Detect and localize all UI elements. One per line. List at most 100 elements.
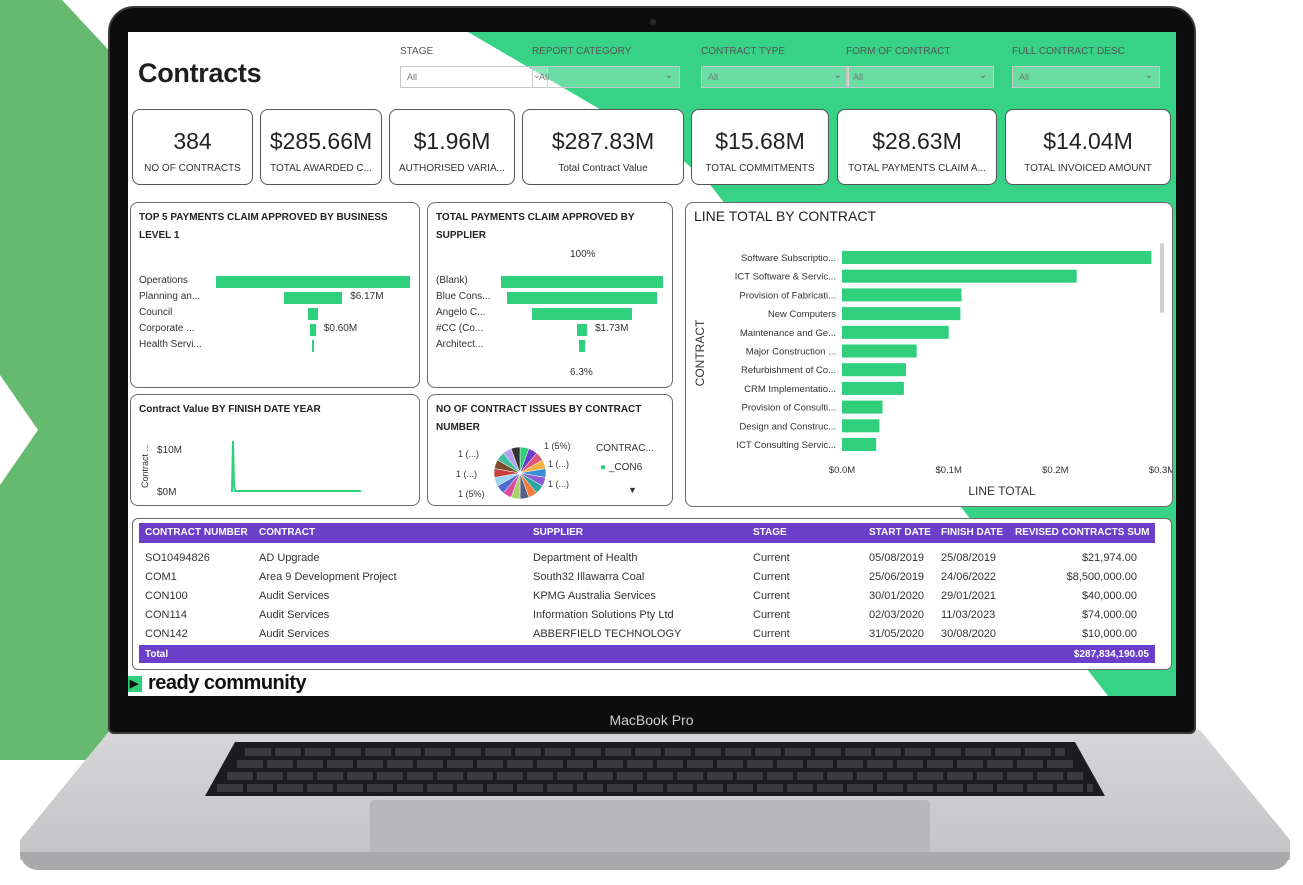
bar (842, 307, 961, 321)
filter-select-report-category[interactable]: All ⌄ (532, 66, 680, 88)
brand-logo: ▶ ready community (128, 672, 307, 695)
funnel-bar[interactable] (283, 292, 343, 304)
brand-mark-icon: ▶ (128, 675, 142, 692)
bar (842, 381, 904, 395)
x-tick-label: $0.0M (829, 465, 855, 476)
kpi-total-commitments[interactable]: $15.68M TOTAL COMMITMENTS (691, 109, 829, 185)
filter-form-of-contract: FORM OF CONTRACT All ⌄ (846, 46, 994, 88)
kpi-authorised-variations[interactable]: $1.96M AUTHORISED VARIA... (389, 109, 515, 185)
chevron-down-icon: ⌄ (1144, 70, 1153, 81)
funnel-bar[interactable] (531, 308, 633, 320)
table-cell: CON114 (145, 609, 187, 621)
table-row[interactable]: COM1 Area 9 Development Project South32 Il… (139, 568, 1155, 587)
bar-category-label: Provision of Consulti... (741, 403, 836, 414)
kpi-no-of-contracts[interactable]: 384 NO OF CONTRACTS (132, 109, 253, 185)
table-cell: 29/01/2021 (941, 590, 997, 602)
card-payments-by-business[interactable]: TOP 5 PAYMENTS CLAIM APPROVED BY BUSINES… (130, 202, 420, 388)
x-tick-label: $0.3M (1149, 465, 1173, 476)
funnel-bar[interactable] (506, 292, 658, 304)
kpi-value: $285.66M (269, 128, 373, 154)
filter-label: FORM OF CONTRACT (846, 46, 951, 57)
pie-label: 1 (5%) (458, 489, 485, 499)
filter-value: All (539, 72, 550, 82)
funnel-bar[interactable] (576, 324, 588, 336)
table-cell: $40,000.00 (1081, 590, 1137, 602)
table-cell: ABBERFIELD TECHNOLOGY (533, 628, 682, 640)
table-cell: 25/06/2019 (869, 571, 925, 583)
column-header[interactable]: CONTRACT (259, 527, 315, 538)
table-cell: 31/05/2020 (869, 628, 925, 640)
card-title-line: TOP 5 PAYMENTS CLAIM APPROVED BY BUSINES… (139, 212, 388, 223)
funnel-bar[interactable] (308, 308, 318, 320)
bar-category-label: Major Construction ... (746, 347, 836, 358)
table-cell: CON142 (145, 628, 188, 640)
kpi-total-invoiced[interactable]: $14.04M TOTAL INVOICED AMOUNT (1005, 109, 1171, 185)
table-cell: Current (753, 571, 790, 583)
table-cell: CON100 (145, 590, 188, 602)
card-contract-issues[interactable]: NO OF CONTRACT ISSUES BY CONTRACT NUMBER … (427, 394, 673, 506)
column-header[interactable]: STAGE (753, 527, 787, 538)
x-axis-label: LINE TOTAL (968, 484, 1036, 498)
pie-legend-title: CONTRAC... (596, 443, 654, 454)
pie-label: 1 (...) (548, 479, 570, 489)
caret-down-icon[interactable]: ▼ (628, 485, 637, 495)
table-cell: 05/08/2019 (869, 552, 925, 564)
filter-value: All (708, 72, 719, 82)
bar-category-label: CRM Implementatio... (744, 384, 836, 395)
filter-select-stage[interactable]: All ⌄ (400, 66, 548, 88)
bar (842, 438, 877, 451)
column-header[interactable]: CONTRACT NUMBER (145, 527, 248, 538)
funnel-bar[interactable] (310, 324, 316, 336)
card-title-line: TOTAL PAYMENTS CLAIM APPROVED BY (436, 212, 635, 223)
filter-full-contract-desc: FULL CONTRACT DESC All ⌄ (1012, 46, 1160, 88)
funnel-category-label: Corporate ... (139, 323, 195, 334)
filter-value: All (853, 72, 864, 82)
key-row (237, 760, 1073, 768)
table-row[interactable]: CON142 Audit Services ABBERFIELD TECHNOLOG… (139, 625, 1155, 644)
table-cell: Audit Services (259, 628, 330, 640)
filter-select-form-of-contract[interactable]: All ⌄ (846, 66, 994, 88)
filter-select-contract-type[interactable]: All ⌄ (701, 66, 849, 88)
kpi-value: $14.04M (1043, 128, 1133, 154)
card-contract-value-by-year[interactable]: Contract Value BY FINISH DATE YEAR Contr… (130, 394, 420, 506)
bar-category-label: Software Subscriptio... (741, 253, 836, 264)
bar (842, 288, 962, 302)
bar (842, 363, 906, 377)
table-row[interactable]: CON114 Audit Services Information Solution… (139, 606, 1155, 625)
x-tick-label: $0.1M (935, 465, 961, 476)
card-payments-by-supplier[interactable]: TOTAL PAYMENTS CLAIM APPROVED BY SUPPLIER… (427, 202, 673, 388)
filter-select-full-contract-desc[interactable]: All ⌄ (1012, 66, 1160, 88)
column-header[interactable]: REVISED CONTRACTS SUM (1015, 527, 1149, 538)
funnel-bar[interactable] (579, 340, 585, 352)
line-series (231, 440, 361, 492)
funnel-category-label: Planning an... (139, 291, 201, 302)
pie-label: 1 (...) (458, 449, 480, 459)
funnel-bar[interactable] (216, 276, 410, 288)
filter-label: STAGE (400, 46, 434, 57)
funnel-bar[interactable] (312, 340, 314, 352)
column-header[interactable]: START DATE (869, 527, 931, 538)
card-line-total-by-contract[interactable]: LINE TOTAL BY CONTRACT Software Subscrip… (685, 202, 1173, 507)
table-cell: KPMG Australia Services (533, 590, 656, 602)
column-header[interactable]: SUPPLIER (533, 527, 583, 538)
table-cell: Current (753, 628, 790, 640)
table-row[interactable]: SO10494826 AD Upgrade Department of Health… (139, 549, 1155, 568)
kpi-label: TOTAL COMMITMENTS (705, 163, 815, 174)
table-row[interactable]: CON100 Audit Services KPMG Australia Servi… (139, 587, 1155, 606)
funnel-bar[interactable] (501, 276, 663, 288)
kpi-total-payments-claim[interactable]: $28.63M TOTAL PAYMENTS CLAIM A... (837, 109, 997, 185)
kpi-total-awarded[interactable]: $285.66M TOTAL AWARDED C... (260, 109, 382, 185)
x-tick-label: $0.2M (1042, 465, 1068, 476)
kpi-value: $287.83M (551, 128, 655, 154)
pie-legend-item[interactable]: ● _CON6 (600, 462, 642, 473)
column-header[interactable]: FINISH DATE (941, 527, 1003, 538)
card-title-line: SUPPLIER (436, 230, 487, 241)
kpi-total-contract-value[interactable]: $287.83M Total Contract Value (522, 109, 684, 185)
funnel-category-label: Angelo C... (436, 307, 486, 318)
kpi-label: TOTAL INVOICED AMOUNT (1024, 163, 1152, 174)
y-axis-label: CONTRACT (693, 319, 707, 386)
filter-contract-type: CONTRACT TYPE All ⌄ (701, 46, 849, 88)
table-cell: $21,974.00 (1081, 552, 1137, 564)
table-cell: $8,500,000.00 (1066, 571, 1137, 583)
table-cell: Audit Services (259, 590, 330, 602)
